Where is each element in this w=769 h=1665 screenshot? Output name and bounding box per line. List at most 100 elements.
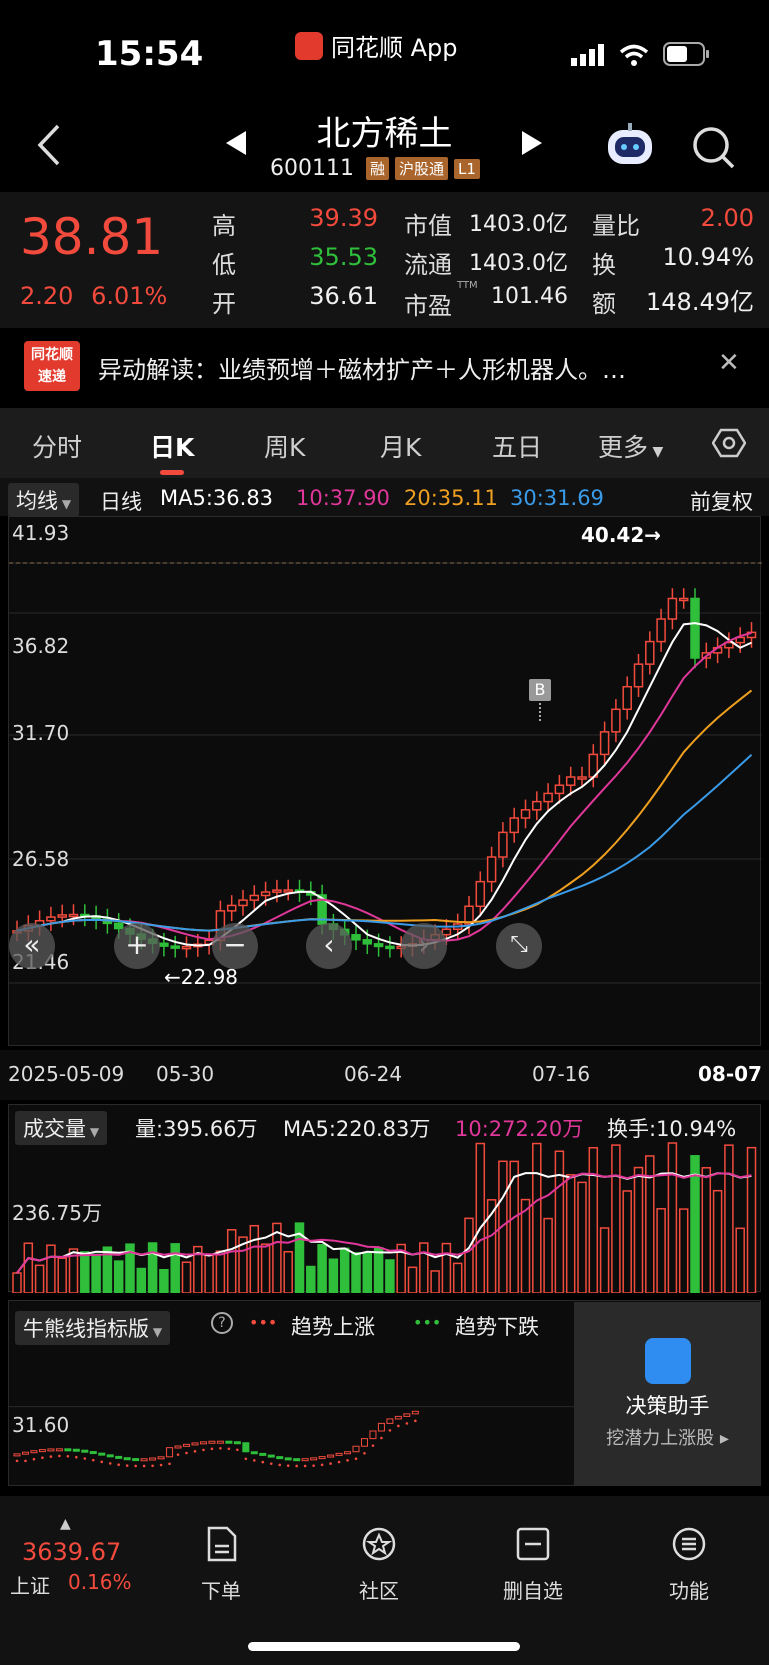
volume-bar — [159, 1268, 169, 1293]
fullscreen-button[interactable]: ⤡ — [496, 923, 542, 969]
candle-body — [57, 914, 67, 918]
close-icon[interactable]: ✕ — [718, 348, 740, 378]
indicator-candle — [81, 1449, 89, 1453]
zoom-out-fast-button[interactable]: « — [9, 923, 55, 969]
home-indicator — [248, 1642, 520, 1651]
candle-body — [159, 942, 169, 947]
nav-remove-watchlist-label: 删自选 — [503, 1579, 563, 1603]
ma20-value: 20:35.11 — [404, 486, 498, 510]
tab-weekly-k[interactable]: 周K — [264, 428, 305, 464]
settings-icon[interactable] — [712, 428, 746, 458]
y-label-4: 26.58 — [12, 847, 70, 871]
candle-body — [667, 597, 678, 620]
nav-community[interactable]: 社区 — [334, 1520, 424, 1604]
candle-body — [554, 784, 565, 795]
volume-bar — [532, 1142, 542, 1293]
candle-body — [611, 708, 621, 733]
assistant-search-icon — [644, 1338, 691, 1384]
indicator-candle — [411, 1410, 419, 1415]
news-logo: 同花顺 速递 — [24, 341, 80, 391]
tab-active-indicator — [160, 470, 184, 475]
robot-assistant-icon[interactable] — [605, 122, 655, 168]
search-button[interactable] — [692, 126, 736, 170]
volume-bar — [565, 1174, 576, 1293]
help-icon[interactable]: ? — [211, 1312, 233, 1334]
volume-bar — [577, 1181, 587, 1293]
indicator-candle — [250, 1451, 258, 1455]
buy-marker[interactable]: B — [529, 679, 551, 701]
tab-intraday[interactable]: 分时 — [32, 428, 82, 464]
news-text[interactable]: 异动解读：业绩预增＋磁材扩产＋人形机器人。… — [98, 350, 688, 385]
indicator-candle — [13, 1453, 21, 1457]
volume-turnover: 换手:10.94% — [607, 1117, 737, 1141]
volratio-value: 2.00 — [700, 204, 754, 232]
prev-stock-button[interactable] — [224, 130, 248, 156]
scroll-right-button[interactable]: › — [401, 923, 447, 969]
indicator-dropdown[interactable]: 牛熊线指标版 ▼ — [15, 1311, 171, 1345]
candle-body — [475, 880, 486, 908]
candle-body — [577, 776, 587, 780]
indicator-dot — [303, 1464, 307, 1468]
volume-bar — [599, 1227, 610, 1293]
volume-dropdown[interactable]: 成交量 ▼ — [15, 1111, 108, 1145]
nav-remove-watchlist[interactable]: 删自选 — [488, 1520, 578, 1604]
volume-bar — [260, 1243, 271, 1293]
volume-bar — [136, 1267, 147, 1293]
candle-body — [599, 731, 610, 756]
indicator-dot — [117, 1463, 120, 1467]
nav-order[interactable]: 下单 — [176, 1520, 266, 1604]
caret-down-icon: ▼ — [149, 1325, 163, 1339]
adjust-mode[interactable]: 前复权 — [690, 486, 753, 516]
volume-bar — [419, 1242, 429, 1293]
candle-body — [509, 817, 519, 834]
tab-daily-k[interactable]: 日K — [150, 428, 194, 464]
status-app-name: 同花顺 App — [331, 34, 458, 62]
status-icons — [571, 42, 709, 66]
candle-body — [260, 891, 271, 897]
indicator-dot — [75, 1455, 78, 1459]
candle-body — [633, 663, 644, 688]
indicator-dot — [380, 1436, 383, 1440]
candle-body — [351, 934, 361, 941]
zoom-in-button[interactable]: + — [114, 923, 160, 969]
nav-functions[interactable]: 功能 — [644, 1520, 734, 1604]
kline-chart[interactable]: 41.93 36.82 31.70 26.58 21.46 40.42→ ←22… — [8, 516, 762, 1046]
candle-body — [362, 939, 373, 945]
candle-body — [68, 913, 79, 918]
indicator-candle — [72, 1448, 80, 1452]
volume-bar — [452, 1262, 463, 1293]
assistant-subtitle: 挖潜力上涨股 ▸ — [606, 1428, 729, 1449]
indicator-dot — [269, 1462, 273, 1465]
volume-chart[interactable]: 成交量 ▼ 量:395.66万 MA5:220.83万 10:272.20万 换… — [8, 1104, 761, 1293]
buy-marker-line — [539, 703, 541, 721]
ma5-value: MA5:36.83 — [160, 486, 274, 510]
volume-bar — [91, 1253, 101, 1293]
volume-bar — [12, 1272, 22, 1293]
tab-monthly-k[interactable]: 月K — [380, 428, 421, 464]
indicator-dot — [388, 1429, 392, 1432]
news-logo-top: 同花顺 — [31, 347, 73, 363]
zoom-out-button[interactable]: − — [212, 923, 258, 969]
tab-more[interactable]: 更多 ▼ — [598, 428, 663, 464]
indicator-dot — [337, 1460, 341, 1464]
volume-bar — [339, 1247, 350, 1293]
indicator-dot — [371, 1444, 375, 1447]
candle-body — [272, 889, 282, 893]
next-stock-button[interactable] — [520, 130, 544, 156]
indicator-candle — [267, 1454, 275, 1458]
news-logo-bottom: 速递 — [38, 369, 66, 385]
ma-dropdown[interactable]: 均线 ▼ — [8, 483, 80, 517]
candle-body — [373, 943, 384, 948]
candle-body — [622, 685, 632, 711]
candle-body — [543, 792, 553, 803]
caret-down-icon: ▼ — [86, 1125, 100, 1139]
ma-dropdown-label: 均线 — [16, 489, 58, 513]
date-label-1: 2025-05-09 — [8, 1062, 125, 1086]
volratio-label: 量比 — [592, 212, 640, 240]
scroll-left-button[interactable]: ‹ — [306, 923, 352, 969]
community-icon — [362, 1527, 396, 1561]
high-value: 39.39 — [309, 204, 378, 232]
decision-assistant-card[interactable]: 决策助手 挖潜力上涨股 ▸ — [574, 1302, 761, 1486]
index-value[interactable]: 3639.67 — [22, 1538, 121, 1566]
tab-five-day[interactable]: 五日 — [492, 428, 542, 464]
